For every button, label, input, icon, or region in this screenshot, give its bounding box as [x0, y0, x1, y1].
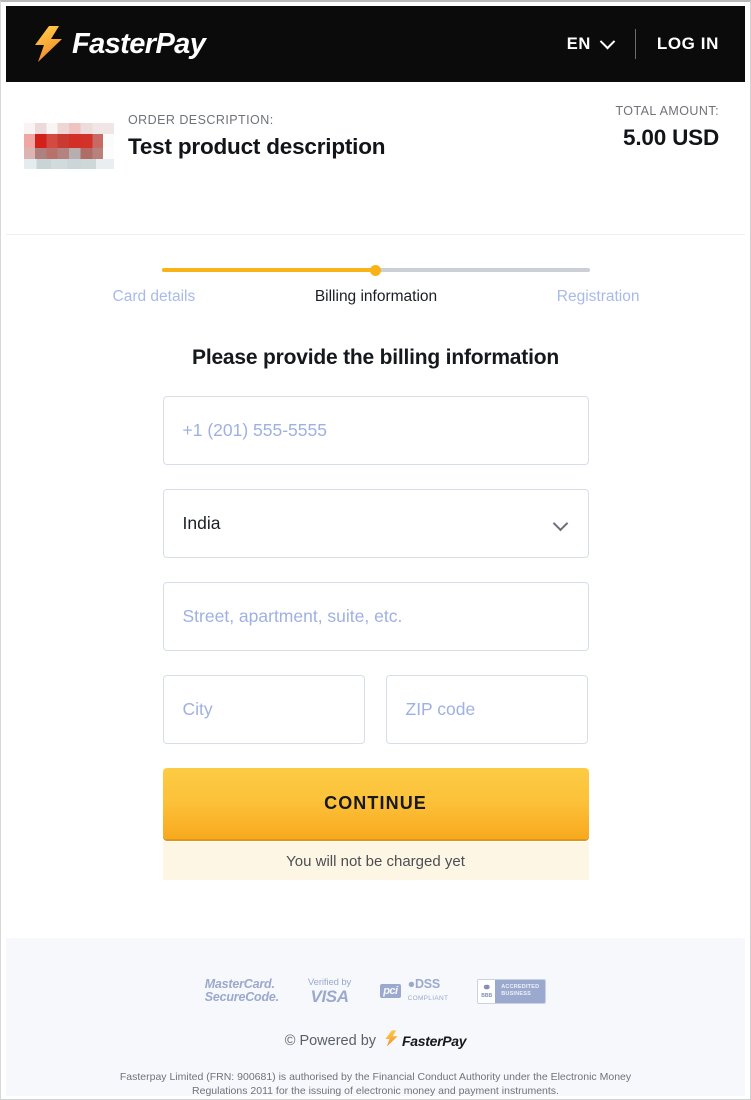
order-description-label: ORDER DESCRIPTION: [128, 113, 274, 127]
pci-line-2: COMPLIANT [407, 995, 449, 1002]
zip-placeholder: ZIP code [405, 699, 476, 719]
powered-by-label: © Powered by [284, 1033, 377, 1049]
city-placeholder: City [182, 699, 213, 719]
page-title: Please provide the billing information [192, 346, 559, 369]
street-placeholder: Street, apartment, suite, etc. [182, 606, 403, 626]
visa-line-2: VISA [310, 987, 349, 1006]
total-amount-value: 5.00 USD [623, 125, 719, 150]
progress-current-dot [370, 265, 381, 276]
step-card-details[interactable]: Card details [113, 288, 196, 306]
pci-dss-badge: pci ●DSS COMPLIANT [380, 978, 448, 1004]
bbb-accredited-badge: ⚭ BBB ACCREDITED BUSINESS [477, 978, 547, 1004]
fasterpay-logo[interactable]: FasterPay [34, 26, 206, 62]
country-select[interactable]: India [162, 489, 589, 558]
street-input[interactable]: Street, apartment, suite, etc. [162, 582, 589, 651]
billing-form: +1 (201) 555-5555 India Street, apartmen… [162, 396, 589, 880]
checkout-main: Card details Billing information Registr… [6, 236, 745, 938]
order-left-group: ORDER DESCRIPTION: Test product descript… [24, 104, 386, 169]
pci-text: ●DSS COMPLIANT [408, 978, 449, 1004]
progress-track [161, 265, 590, 276]
nav-divider [634, 29, 636, 59]
mastercard-securecode-badge: MasterCard. SecureCode. [205, 978, 279, 1004]
page-footer: MasterCard. SecureCode. Verified by VISA… [6, 938, 745, 1097]
bbb-text: ACCREDITED BUSINESS [495, 979, 546, 1003]
bbb-torch-icon: ⚭ [482, 982, 492, 994]
zip-input[interactable]: ZIP code [385, 675, 588, 744]
country-value: India [182, 513, 221, 533]
nav-right-group: EN LOG IN [567, 27, 719, 61]
bbb-line-2: BUSINESS [501, 991, 531, 997]
phone-input[interactable]: +1 (201) 555-5555 [162, 396, 589, 465]
total-amount-label: TOTAL AMOUNT: [615, 104, 719, 118]
order-description-value: Test product description [128, 134, 386, 159]
powered-by-fasterpay-logo[interactable]: FasterPay [385, 1030, 467, 1052]
order-summary-strip: ORDER DESCRIPTION: Test product descript… [6, 82, 745, 235]
city-zip-row: City ZIP code [162, 675, 589, 744]
progress-stepper: Card details Billing information Registr… [113, 265, 640, 306]
brand-name: FasterPay [72, 27, 206, 60]
pci-mark: pci [380, 984, 401, 998]
language-label: EN [566, 34, 591, 53]
chevron-down-icon [552, 515, 568, 532]
order-description-block: ORDER DESCRIPTION: Test product descript… [128, 113, 386, 160]
chevron-down-icon [599, 33, 616, 49]
city-input[interactable]: City [162, 675, 365, 744]
step-billing-information: Billing information [314, 288, 438, 305]
continue-button[interactable]: CONTINUE [162, 768, 589, 839]
legal-disclaimer: Fasterpay Limited (FRN: 900681) is autho… [119, 1071, 632, 1097]
trust-badges: MasterCard. SecureCode. Verified by VISA… [6, 971, 745, 1011]
powered-by-row: © Powered by FasterPay [6, 1030, 745, 1052]
pci-line-1: ●DSS [407, 977, 441, 991]
verified-by-visa-badge: Verified by VISA [308, 977, 351, 1005]
phone-placeholder: +1 (201) 555-5555 [182, 420, 328, 440]
order-amount-block: TOTAL AMOUNT: 5.00 USD [615, 104, 719, 151]
progress-fill [161, 268, 376, 272]
progress-labels: Card details Billing information Registr… [113, 288, 640, 306]
language-selector[interactable]: EN [566, 33, 616, 54]
charge-notice: You will not be charged yet [162, 842, 589, 880]
top-navigation-bar: FasterPay EN LOG IN [6, 6, 745, 82]
powered-by-brand-name: FasterPay [402, 1033, 467, 1049]
lightning-bolt-icon [34, 26, 63, 62]
lightning-bolt-icon [385, 1030, 398, 1052]
payment-page: FasterPay EN LOG IN ORDER DESCRIPTION: T… [0, 0, 751, 1100]
bbb-mark: ⚭ BBB [478, 979, 496, 1003]
mastercard-line-2: SecureCode. [204, 990, 279, 1004]
product-thumbnail [24, 123, 114, 169]
login-button[interactable]: LOG IN [657, 34, 719, 54]
step-registration[interactable]: Registration [557, 288, 640, 306]
bbb-line-1: ACCREDITED [501, 984, 540, 990]
bbb-mark-label: BBB [481, 993, 493, 999]
